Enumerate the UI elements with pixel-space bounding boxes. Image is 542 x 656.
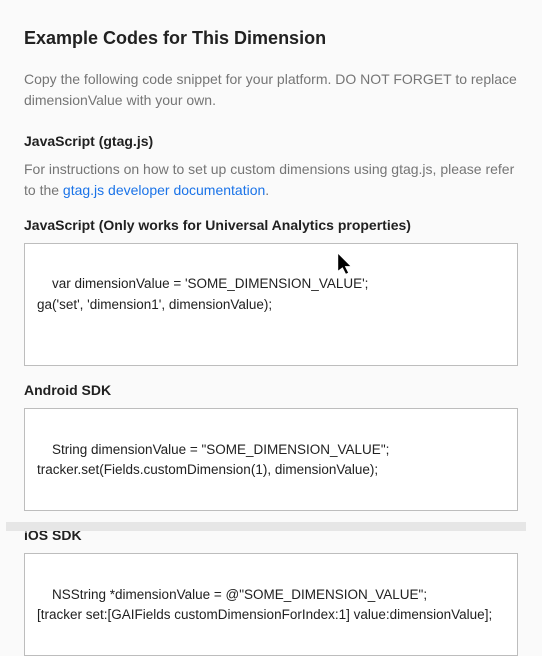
ios-code-box[interactable]: NSString *dimensionValue = @"SOME_DIMENS…: [24, 553, 518, 656]
intro-description: Copy the following code snippet for your…: [24, 69, 518, 111]
ios-section: iOS SDK NSString *dimensionValue = @"SOM…: [24, 527, 518, 656]
ios-code-text: NSString *dimensionValue = @"SOME_DIMENS…: [37, 587, 492, 622]
page-title: Example Codes for This Dimension: [24, 28, 518, 49]
android-section: Android SDK String dimensionValue = "SOM…: [24, 382, 518, 511]
js-universal-header: JavaScript (Only works for Universal Ana…: [24, 217, 518, 233]
js-universal-code-text: var dimensionValue = 'SOME_DIMENSION_VAL…: [37, 276, 368, 311]
mouse-cursor-icon: [338, 254, 356, 276]
gtag-section: JavaScript (gtag.js) For instructions on…: [24, 133, 518, 201]
gtag-header: JavaScript (gtag.js): [24, 133, 518, 149]
gtag-description: For instructions on how to set up custom…: [24, 159, 518, 201]
android-header: Android SDK: [24, 382, 518, 398]
android-code-box[interactable]: String dimensionValue = "SOME_DIMENSION_…: [24, 408, 518, 511]
gtag-doc-link[interactable]: gtag.js developer documentation: [63, 182, 265, 198]
js-universal-section: JavaScript (Only works for Universal Ana…: [24, 217, 518, 366]
gtag-desc-text-2: .: [265, 182, 269, 198]
horizontal-scrollbar[interactable]: [6, 522, 526, 531]
js-universal-code-box[interactable]: var dimensionValue = 'SOME_DIMENSION_VAL…: [24, 243, 518, 366]
android-code-text: String dimensionValue = "SOME_DIMENSION_…: [37, 442, 389, 477]
